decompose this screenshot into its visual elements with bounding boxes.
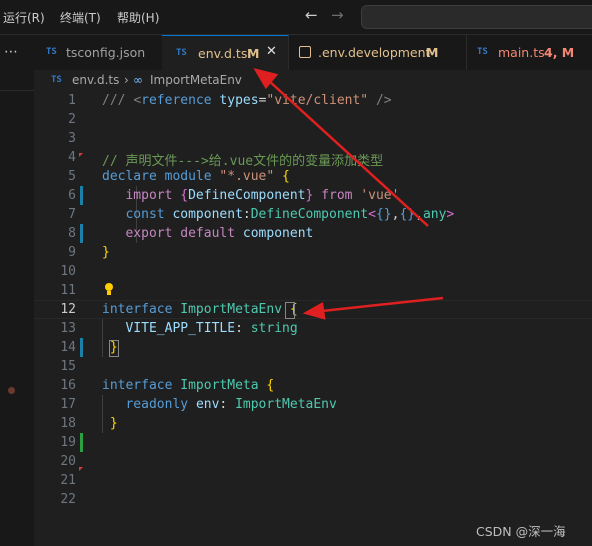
tab-label: .env.development [318, 45, 431, 60]
close-icon[interactable]: ✕ [266, 44, 277, 59]
git-deleted-marker [79, 467, 83, 471]
menu-terminal[interactable]: 终端(T) [60, 9, 101, 26]
code-line: // 声明文件--->给.vue文件的的变量添加类型 [102, 154, 384, 169]
tab-problem-badge: 4, M [544, 45, 575, 60]
menu-bar: 运行(R) 终端(T) 帮助(H) ← → [0, 0, 592, 35]
git-modified-marker [80, 186, 83, 205]
typescript-icon: TS [46, 47, 57, 57]
tab-env-development[interactable]: .env.development M [288, 35, 467, 70]
line-number: 3 [68, 131, 76, 146]
breadcrumb-file[interactable]: env.d.ts [72, 73, 119, 87]
line-number: 17 [60, 397, 76, 412]
command-center-search[interactable] [361, 5, 592, 29]
chevron-right-icon: › [124, 73, 129, 87]
line-number: 11 [60, 283, 76, 298]
line-number: 18 [60, 416, 76, 431]
line-number: 12 [60, 302, 76, 317]
more-actions-icon[interactable]: ⋯ [4, 44, 19, 60]
sidebar-divider [0, 90, 34, 91]
code-line: export default component [125, 226, 314, 241]
terminal-icon [299, 46, 311, 58]
lightbulb-icon[interactable] [105, 283, 113, 291]
tab-modified-badge: M [247, 46, 260, 61]
back-arrow-icon[interactable]: ← [305, 6, 318, 24]
code-line: interface ImportMetaEnv { [102, 302, 298, 317]
code-editor[interactable]: 1 2 3 4 5 6 7 8 9 10 11 12 13 14 15 16 1… [34, 90, 592, 546]
code-line: declare module "*.vue" { [102, 169, 290, 184]
tab-main-ts[interactable]: TS main.ts 4, M [466, 35, 592, 70]
debug-dot-icon [8, 387, 15, 394]
code-line: } [109, 416, 118, 431]
sidebar-strip: ⋯ [0, 35, 35, 546]
line-number: 22 [60, 492, 76, 507]
line-number: 6 [68, 188, 76, 203]
line-number: 21 [60, 473, 76, 488]
bracket-match-highlight [285, 302, 295, 319]
line-number: 13 [60, 321, 76, 336]
tab-tsconfig[interactable]: TS tsconfig.json [34, 35, 163, 70]
interface-symbol-icon: ∞ [133, 73, 143, 87]
line-number: 16 [60, 378, 76, 393]
code-line: import {DefineComponent} from 'vue' [125, 188, 400, 203]
code-line: const component:DefineComponent<{},{},an… [125, 207, 455, 222]
tab-label: env.d.ts [198, 46, 248, 61]
line-number: 9 [68, 245, 76, 260]
line-number: 14 [60, 340, 76, 355]
git-modified-marker [80, 224, 83, 243]
git-added-marker [80, 433, 83, 452]
code-line: } [102, 245, 110, 260]
line-number: 4 [68, 150, 76, 165]
typescript-icon: TS [477, 47, 488, 57]
line-number: 7 [68, 207, 76, 222]
breadcrumb-symbol[interactable]: ImportMetaEnv [150, 73, 242, 87]
typescript-icon: TS [176, 48, 187, 58]
code-line: interface ImportMeta { [102, 378, 275, 393]
tab-env-d-ts[interactable]: TS env.d.ts M ✕ [162, 35, 289, 71]
tab-label: main.ts [498, 45, 545, 60]
code-line: readonly env: ImportMetaEnv [125, 397, 337, 412]
forward-arrow-icon[interactable]: → [331, 6, 344, 24]
code-line: VITE_APP_TITLE: string [125, 321, 298, 336]
line-number: 2 [68, 112, 76, 127]
breadcrumb: TS env.d.ts › ∞ ImportMetaEnv [34, 70, 592, 90]
menu-help[interactable]: 帮助(H) [117, 9, 159, 26]
line-number: 1 [68, 93, 76, 108]
git-modified-marker [80, 338, 83, 357]
line-number: 20 [60, 454, 76, 469]
tab-label: tsconfig.json [66, 45, 146, 60]
line-number: 5 [68, 169, 76, 184]
typescript-icon: TS [51, 75, 62, 85]
editor-tab-bar: TS tsconfig.json TS env.d.ts M ✕ .env.de… [34, 35, 592, 71]
menu-run[interactable]: 运行(R) [3, 9, 45, 26]
line-number: 10 [60, 264, 76, 279]
git-deleted-marker [79, 153, 83, 157]
line-number: 8 [68, 226, 76, 241]
watermark: CSDN @深一海 [476, 524, 566, 539]
line-number: 19 [60, 435, 76, 450]
lightbulb-base [107, 291, 111, 295]
code-line: /// <reference types="vite/client" /> [102, 93, 392, 108]
line-number: 15 [60, 359, 76, 374]
bracket-match-highlight [109, 340, 119, 357]
tab-modified-badge: M [426, 45, 439, 60]
